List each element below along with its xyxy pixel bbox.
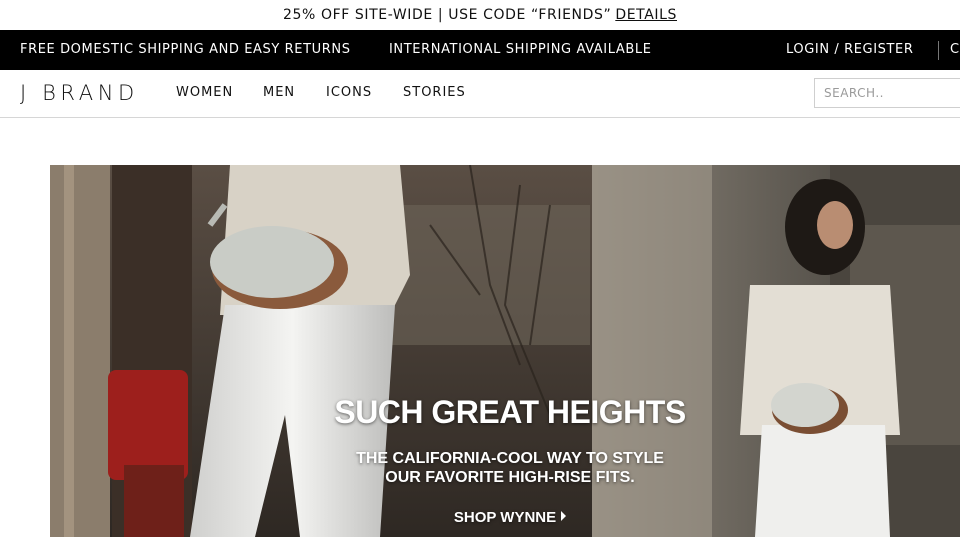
shop-wynne-label: SHOP WYNNE: [453, 509, 557, 526]
utility-divider: [938, 41, 939, 60]
hero-subtitle-line2: OUR FAVORITE HIGH-RISE FITS.: [385, 469, 635, 486]
international-shipping-notice: INTERNATIONAL SHIPPING AVAILABLE: [389, 42, 652, 57]
brand-logo[interactable]: J BRAND: [20, 81, 139, 105]
cart-link[interactable]: C: [950, 42, 960, 57]
hero-subtitle-line1: THE CALIFORNIA-COOL WAY TO STYLE: [356, 450, 664, 467]
hero-title: SUCH GREAT HEIGHTS: [334, 394, 686, 430]
nav-link-icons[interactable]: ICONS: [326, 85, 372, 100]
main-nav: J BRAND WOMEN MEN ICONS STORIES: [0, 70, 960, 118]
shop-wynne-button[interactable]: SHOP WYNNE: [50, 509, 960, 526]
nav-link-men[interactable]: MEN: [263, 85, 295, 100]
free-shipping-notice: FREE DOMESTIC SHIPPING AND EASY RETURNS: [20, 42, 351, 57]
nav-link-women[interactable]: WOMEN: [176, 85, 233, 100]
utility-bar: FREE DOMESTIC SHIPPING AND EASY RETURNS …: [0, 30, 960, 70]
promo-bar: 25% OFF SITE-WIDE | USE CODE “FRIENDS” D…: [0, 0, 960, 30]
promo-text: 25% OFF SITE-WIDE | USE CODE “FRIENDS”: [282, 7, 612, 23]
hero-banner[interactable]: SUCH GREAT HEIGHTS THE CALIFORNIA-COOL W…: [50, 165, 960, 537]
promo-details-link[interactable]: DETAILS: [615, 7, 677, 23]
caret-right-icon: [561, 511, 567, 521]
login-register-link[interactable]: LOGIN / REGISTER: [786, 42, 913, 57]
nav-link-stories[interactable]: STORIES: [403, 85, 466, 100]
search-input[interactable]: [814, 78, 960, 108]
